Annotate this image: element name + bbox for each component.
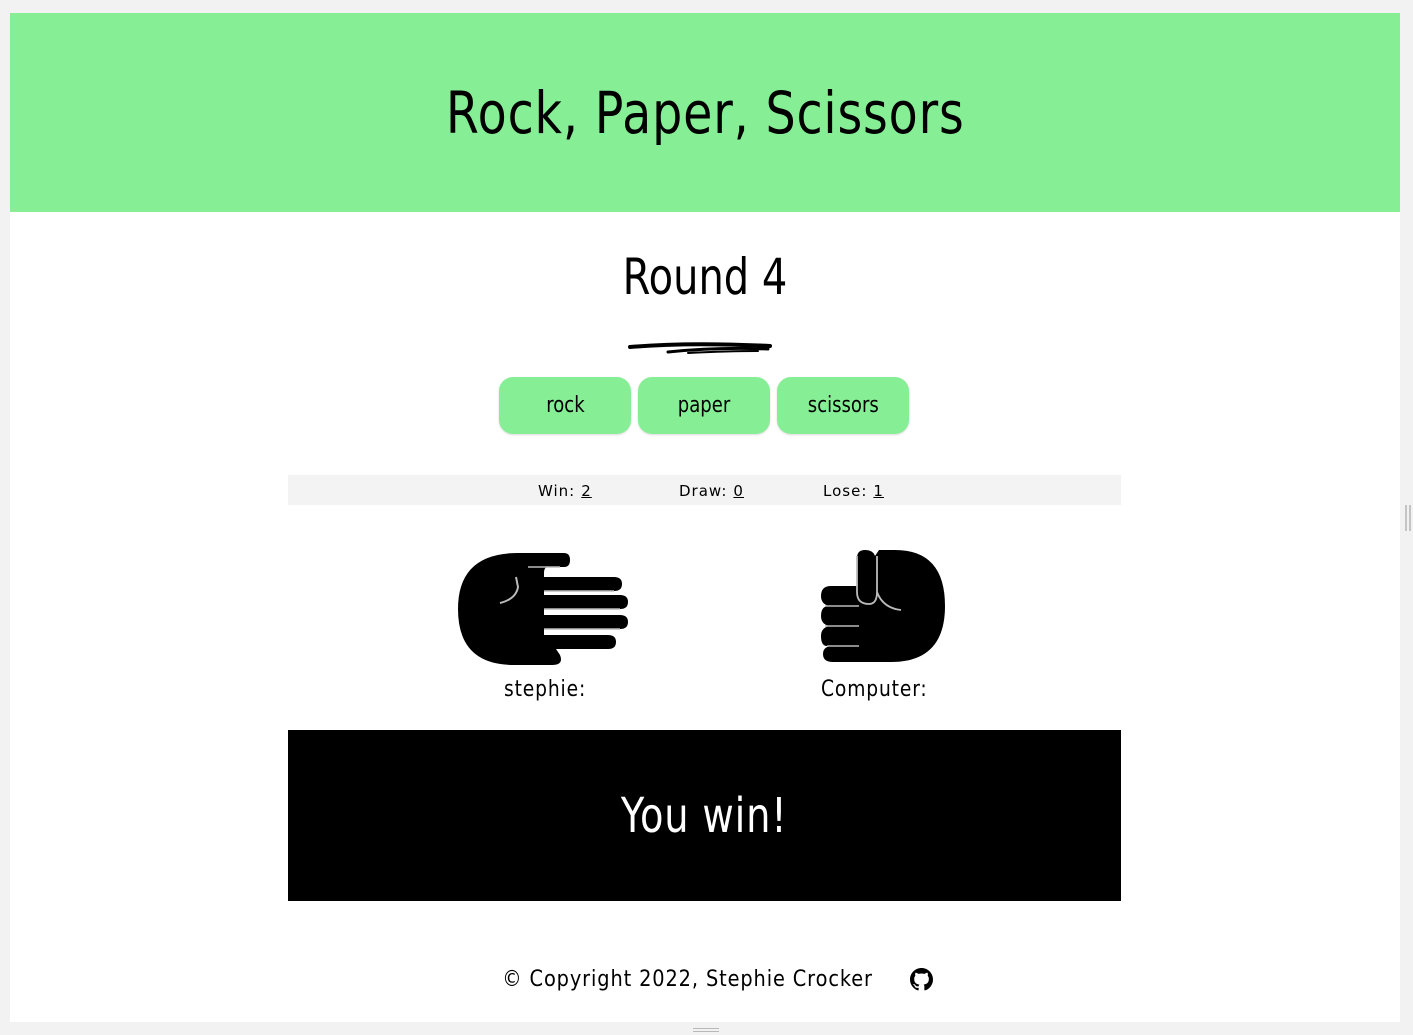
player-name-label: stephie: (504, 677, 587, 702)
draw-score: Draw: 0 (679, 482, 744, 500)
draw-value: 0 (733, 482, 744, 500)
resize-handle-bottom[interactable] (693, 1028, 719, 1032)
resize-handle-right[interactable] (1405, 505, 1411, 531)
page-title: Rock, Paper, Scissors (445, 78, 965, 147)
copyright-text: © Copyright 2022, Stephie Crocker (502, 967, 873, 992)
scissors-button-label: scissors (807, 393, 879, 418)
scissors-button[interactable]: scissors (777, 377, 909, 434)
page-header: Rock, Paper, Scissors (10, 13, 1400, 212)
computer-name-label: Computer: (821, 677, 928, 702)
paper-button-label: paper (677, 393, 731, 418)
win-value: 2 (581, 482, 592, 500)
github-icon (910, 968, 934, 991)
rock-button[interactable]: rock (499, 377, 631, 434)
paper-button[interactable]: paper (638, 377, 770, 434)
result-banner: You win! (288, 730, 1121, 901)
rock-button-label: rock (545, 393, 585, 418)
round-title: Round 4 (622, 248, 788, 306)
lose-value: 1 (873, 482, 884, 500)
result-text: You win! (621, 787, 788, 844)
win-score: Win: 2 (538, 482, 592, 500)
lose-score: Lose: 1 (823, 482, 884, 500)
choice-buttons: rock paper scissors (499, 377, 909, 434)
rock-hand-icon (821, 550, 945, 662)
brush-underline-decoration (628, 342, 772, 354)
scoreboard: Win: 2 Draw: 0 Lose: 1 (288, 475, 1121, 505)
paper-hand-icon (458, 553, 628, 665)
win-label: Win: (538, 482, 576, 500)
draw-label: Draw: (679, 482, 728, 500)
page: Rock, Paper, Scissors Round 4 rock paper… (10, 13, 1400, 1022)
github-link[interactable] (910, 968, 934, 991)
page-footer: © Copyright 2022, Stephie Crocker (10, 967, 1400, 992)
lose-label: Lose: (823, 482, 868, 500)
